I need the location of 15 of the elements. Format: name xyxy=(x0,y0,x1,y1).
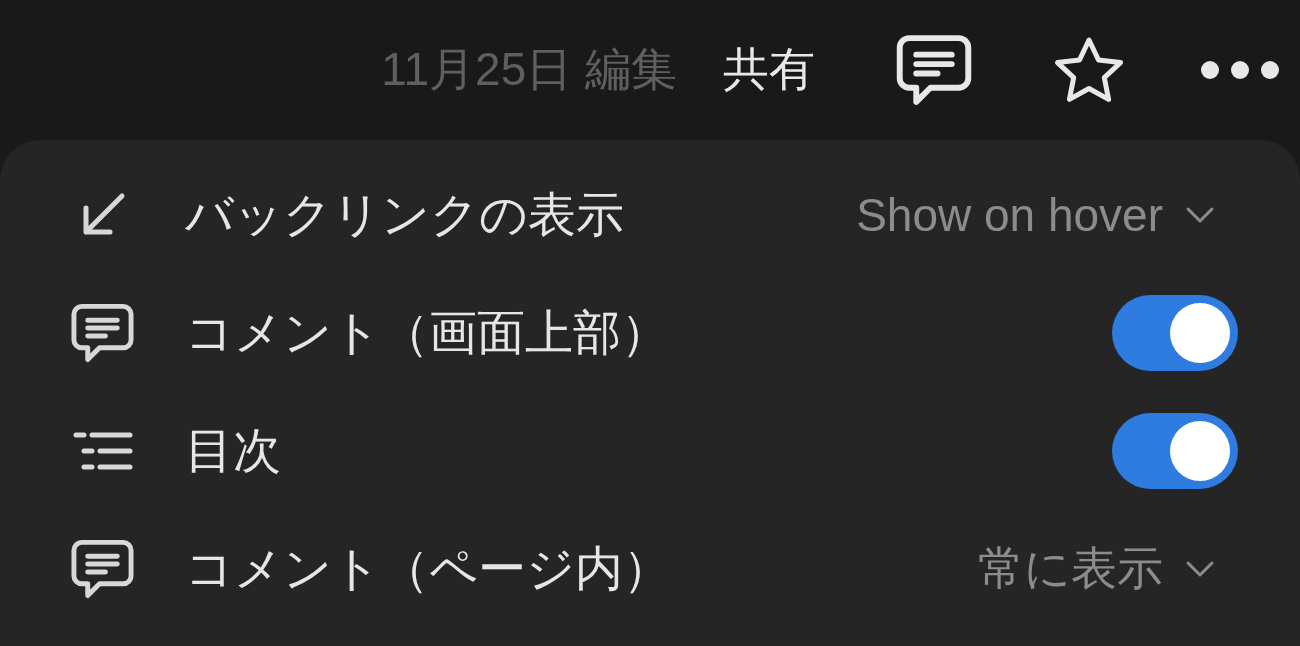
setting-label: バックリンクの表示 xyxy=(185,187,625,243)
chevron-icon xyxy=(1185,560,1215,578)
star-icon xyxy=(1053,35,1125,105)
favorite-button[interactable] xyxy=(1053,35,1125,105)
option-dropdown[interactable]: 常に表示 xyxy=(978,538,1238,600)
more-button[interactable] xyxy=(1200,60,1280,80)
share-button[interactable]: 共有 xyxy=(723,39,815,101)
more-icon xyxy=(1200,60,1280,80)
setting-label: コメント（画面上部） xyxy=(185,305,670,361)
setting-label: 目次 xyxy=(185,423,282,479)
list-icon xyxy=(71,431,134,471)
setting-label: コメント（ページ内） xyxy=(185,541,672,597)
edited-date: 11月25日 編集 xyxy=(381,42,677,97)
chevron-icon xyxy=(1185,206,1215,224)
option-dropdown[interactable]: Show on hover xyxy=(856,188,1238,242)
